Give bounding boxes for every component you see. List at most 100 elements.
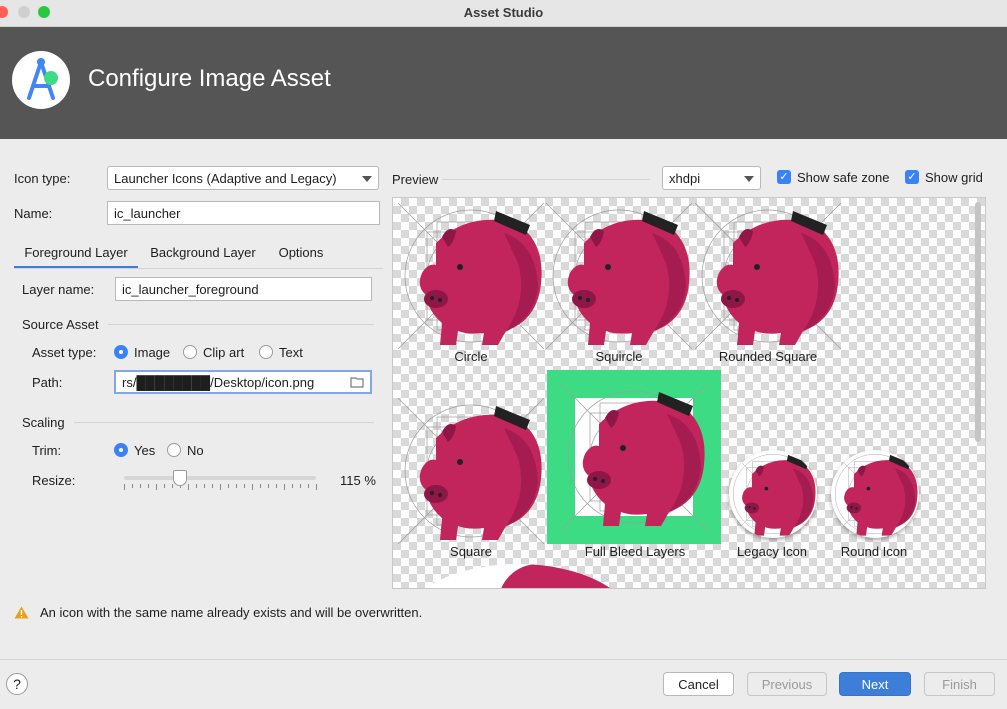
caption-square: Square: [450, 544, 492, 559]
resize-slider-track[interactable]: [124, 476, 316, 480]
caption-squircle: Squircle: [595, 349, 643, 364]
asset-type-clipart-label: Clip art: [203, 345, 245, 360]
icon-type-select[interactable]: Launcher Icons (Adaptive and Legacy): [107, 166, 379, 190]
finish-button[interactable]: Finish: [924, 672, 995, 696]
caption-full-bleed: Full Bleed Layers: [584, 544, 686, 559]
slider-tick: [260, 484, 261, 488]
android-studio-logo-icon: [12, 51, 70, 109]
slider-tick: [308, 484, 309, 488]
asset-type-image-label: Image: [134, 345, 171, 360]
asset-type-image-radio[interactable]: [114, 345, 128, 359]
help-button[interactable]: ?: [6, 673, 28, 695]
chevron-down-icon: [362, 176, 372, 182]
preview-full-bleed: [547, 370, 721, 544]
preview-legacy-icon: [729, 450, 817, 538]
asset-type-label: Asset type:: [32, 345, 97, 360]
layer-name-input[interactable]: ic_launcher_foreground: [115, 277, 372, 301]
slider-tick: [300, 484, 301, 488]
piggy-bank-icon: [397, 202, 545, 350]
layer-name-label: Layer name:: [22, 282, 95, 297]
trim-no-label: No: [187, 443, 204, 458]
resize-slider-ticks: [124, 484, 317, 490]
slider-tick: [292, 484, 293, 488]
piggy-bank-icon: [561, 384, 707, 530]
dialog-header: Configure Image Asset: [0, 27, 1007, 139]
caption-rounded-square: Rounded Square: [718, 349, 818, 364]
density-select[interactable]: xhdpi: [662, 166, 761, 190]
slider-tick: [316, 484, 317, 490]
cancel-button[interactable]: Cancel: [663, 672, 734, 696]
slider-tick: [212, 484, 213, 488]
resize-slider-thumb[interactable]: [172, 470, 187, 486]
slider-tick: [228, 484, 229, 488]
asset-type-clipart-radio[interactable]: [183, 345, 197, 359]
slider-tick: [148, 484, 149, 488]
slider-tick: [220, 484, 221, 490]
window-title: Asset Studio: [463, 5, 544, 20]
slider-tick: [196, 484, 197, 488]
slider-tick: [164, 484, 165, 488]
trim-no-radio[interactable]: [167, 443, 181, 457]
source-asset-divider: [108, 324, 374, 325]
preview-panel: Circle Squircle Rounded Square Square Fu…: [392, 197, 986, 589]
slider-tick: [124, 484, 125, 490]
tab-divider: [14, 268, 383, 269]
piggy-bank-icon: [397, 397, 545, 545]
trim-yes-radio[interactable]: [114, 443, 128, 457]
slider-tick: [244, 484, 245, 488]
tab-options[interactable]: Options: [268, 238, 334, 268]
slider-tick: [284, 484, 285, 490]
show-safe-zone-label: Show safe zone: [797, 170, 890, 185]
slider-tick: [132, 484, 133, 488]
tab-foreground-layer[interactable]: Foreground Layer: [14, 238, 138, 268]
caption-circle: Circle: [454, 349, 488, 364]
piggy-bank-icon: [831, 450, 919, 538]
previous-button[interactable]: Previous: [747, 672, 827, 696]
preview-scrollbar[interactable]: [975, 202, 981, 442]
path-label: Path:: [32, 375, 63, 390]
piggy-bank-icon: [694, 202, 842, 350]
asset-type-text-label: Text: [279, 345, 303, 360]
show-safe-zone-checkbox[interactable]: ✓: [777, 170, 791, 184]
preview-divider: [442, 179, 650, 180]
icon-type-value: Launcher Icons (Adaptive and Legacy): [114, 171, 337, 186]
source-asset-title: Source Asset: [22, 317, 99, 332]
trim-yes-label: Yes: [134, 443, 156, 458]
preview-squircle: [545, 202, 693, 350]
icon-type-label: Icon type:: [14, 171, 71, 186]
preview-circle: [397, 202, 545, 350]
show-grid-checkbox[interactable]: ✓: [905, 170, 919, 184]
next-button[interactable]: Next: [839, 672, 911, 696]
name-label: Name:: [14, 206, 53, 221]
density-value: xhdpi: [669, 171, 701, 186]
footer-divider: [0, 659, 1007, 660]
folder-icon[interactable]: [350, 376, 365, 388]
piggy-bank-icon: [729, 450, 817, 538]
resize-label: Resize:: [32, 473, 76, 488]
path-value: rs/████████/Desktop/icon.png: [122, 375, 315, 390]
slider-tick: [276, 484, 277, 488]
preview-rounded-square: [694, 202, 842, 350]
chevron-down-icon: [744, 176, 754, 182]
title-bar: Asset Studio: [0, 0, 1007, 27]
preview-square: [397, 397, 545, 545]
resize-value: 115 %: [340, 473, 376, 488]
slider-tick: [172, 484, 173, 488]
slider-tick: [204, 484, 205, 488]
scaling-divider: [74, 422, 374, 423]
slider-tick: [140, 484, 141, 488]
warning-icon: [14, 606, 29, 619]
partial-pig-body: [498, 564, 618, 588]
trim-label: Trim:: [32, 443, 62, 458]
preview-round-icon: [831, 450, 919, 538]
path-input[interactable]: rs/████████/Desktop/icon.png: [114, 370, 372, 394]
asset-type-text-radio[interactable]: [259, 345, 273, 359]
tab-background-layer[interactable]: Background Layer: [142, 238, 264, 268]
slider-tick: [268, 484, 269, 488]
preview-partial-icon: [403, 564, 633, 588]
preview-label: Preview: [392, 172, 439, 187]
piggy-bank-icon: [545, 202, 693, 350]
name-input[interactable]: ic_launcher: [107, 201, 380, 225]
caption-round-icon: Round Icon: [840, 544, 908, 559]
slider-tick: [156, 484, 157, 490]
